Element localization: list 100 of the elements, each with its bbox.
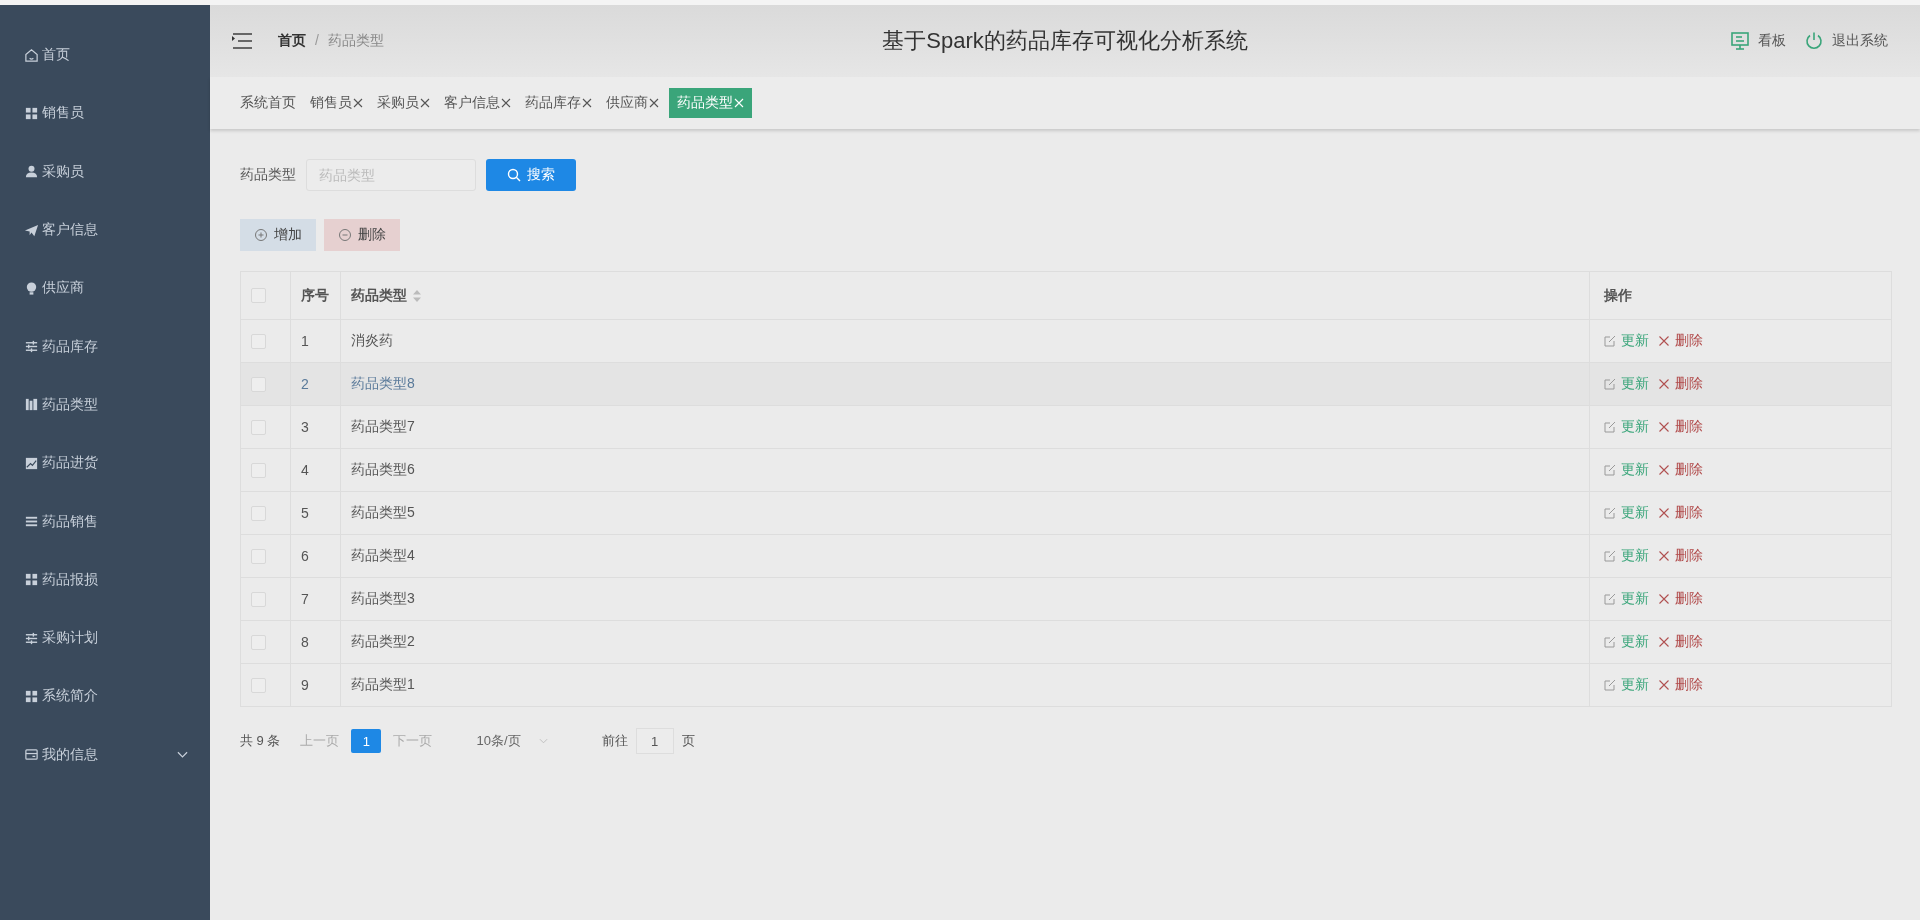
menu-item-icon <box>24 397 39 413</box>
sidebar-item[interactable]: 药品报损 <box>0 550 210 609</box>
delete-link[interactable]: 删除 <box>1675 332 1703 350</box>
monitor-icon[interactable] <box>1730 31 1750 51</box>
menu-item-icon <box>24 164 39 180</box>
sidebar-item[interactable]: 药品库存 <box>0 317 210 376</box>
table-cell: 2 <box>301 376 309 392</box>
total-count: 共 9 条 <box>240 732 281 750</box>
table-cell: 消炎药 <box>351 332 393 350</box>
table-cell: 药品类型8 <box>351 375 415 393</box>
close-icon[interactable] <box>582 98 592 108</box>
table-cell: 药品类型5 <box>351 504 415 522</box>
edit-icon[interactable] <box>1604 679 1616 691</box>
table-cell: 药品类型6 <box>351 461 415 479</box>
edit-icon[interactable] <box>1604 335 1616 347</box>
edit-icon[interactable] <box>1604 378 1616 390</box>
page-suffix: 页 <box>681 732 695 750</box>
delete-link[interactable]: 删除 <box>1675 633 1703 651</box>
table-cell: 7 <box>301 591 309 607</box>
sidebar-item[interactable]: 系统简介 <box>0 667 210 726</box>
close-icon[interactable] <box>420 98 430 108</box>
delete-link[interactable]: 删除 <box>1675 547 1703 565</box>
table-cell: 药品类型3 <box>351 590 415 608</box>
column-header[interactable]: 药品类型 <box>351 286 407 305</box>
delete-link[interactable]: 删除 <box>1675 590 1703 608</box>
close-icon[interactable] <box>1658 335 1670 347</box>
menu-item-icon <box>24 688 39 704</box>
sidebar-item[interactable]: 供应商 <box>0 259 210 318</box>
column-header: 序号 <box>301 286 329 305</box>
edit-icon[interactable] <box>1604 593 1616 605</box>
menu-item-icon <box>24 339 39 355</box>
page-size-select[interactable]: 10条/页 <box>464 728 560 754</box>
table-cell: 3 <box>301 419 309 435</box>
close-icon[interactable] <box>501 98 511 108</box>
sidebar-item[interactable]: 我的信息 <box>0 725 210 784</box>
table-cell: 4 <box>301 462 309 478</box>
tab[interactable]: 销售员 <box>306 88 367 118</box>
breadcrumb-item[interactable]: 首页 <box>278 32 306 50</box>
header-link[interactable]: 退出系统 <box>1832 32 1888 50</box>
close-icon[interactable] <box>649 98 659 108</box>
close-icon[interactable] <box>1658 464 1670 476</box>
sidebar-item[interactable]: 客户信息 <box>0 200 210 260</box>
close-icon[interactable] <box>353 98 363 108</box>
menu-item-icon <box>24 514 39 529</box>
app-title: 基于Spark的药品库存可视化分析系统 <box>882 27 1248 55</box>
sort-icon[interactable] <box>413 289 421 302</box>
menu-item-icon <box>24 222 39 238</box>
sidebar-item[interactable]: 药品类型 <box>0 375 210 435</box>
chevron-icon <box>538 738 548 744</box>
edit-icon[interactable] <box>1604 464 1616 476</box>
close-icon[interactable] <box>1658 679 1670 691</box>
goto-label: 前往 <box>601 732 628 750</box>
sidebar-item[interactable]: 采购计划 <box>0 608 210 668</box>
tab[interactable]: 药品库存 <box>521 88 596 118</box>
edit-icon[interactable] <box>1604 507 1616 519</box>
delete-link[interactable]: 删除 <box>1675 418 1703 436</box>
table-cell: 6 <box>301 548 309 564</box>
menu-item-icon <box>24 572 39 588</box>
page-input[interactable]: 1 <box>635 728 674 754</box>
menu-icon[interactable] <box>232 33 252 49</box>
delete-link[interactable]: 删除 <box>1675 676 1703 694</box>
delete-button[interactable]: 删除 <box>324 219 400 251</box>
sidebar-item[interactable]: 药品进货 <box>0 434 210 493</box>
close-icon[interactable] <box>1658 421 1670 433</box>
column-header: 操作 <box>1604 286 1632 305</box>
sidebar-item[interactable]: 首页 <box>0 26 210 85</box>
add-button[interactable]: 增加 <box>240 219 316 251</box>
close-icon[interactable] <box>1658 378 1670 390</box>
tab[interactable]: 客户信息 <box>440 88 515 118</box>
table-cell: 8 <box>301 634 309 650</box>
sidebar-item[interactable]: 采购员 <box>0 142 210 201</box>
delete-link[interactable]: 删除 <box>1675 461 1703 479</box>
power-icon[interactable] <box>1804 31 1824 51</box>
menu-item-icon <box>24 747 39 763</box>
close-icon[interactable] <box>1658 593 1670 605</box>
delete-link[interactable]: 删除 <box>1675 504 1703 522</box>
search-icon <box>507 168 521 182</box>
close-icon[interactable] <box>1658 550 1670 562</box>
breadcrumb-separator: / <box>315 32 319 50</box>
header-link[interactable]: 看板 <box>1758 32 1786 50</box>
sidebar-item[interactable]: 药品销售 <box>0 492 210 551</box>
tab[interactable]: 药品类型 <box>669 88 752 118</box>
table-cell: 9 <box>301 677 309 693</box>
tab[interactable]: 系统首页 <box>236 88 300 118</box>
table-cell: 药品类型1 <box>351 676 415 694</box>
close-icon[interactable] <box>1658 507 1670 519</box>
delete-link[interactable]: 删除 <box>1675 375 1703 393</box>
page-number[interactable]: 1 <box>351 729 382 753</box>
edit-icon[interactable] <box>1604 550 1616 562</box>
table-cell: 药品类型7 <box>351 418 415 436</box>
sidebar-item[interactable]: 销售员 <box>0 84 210 143</box>
menu-item-icon <box>24 630 39 646</box>
tab[interactable]: 采购员 <box>373 88 434 118</box>
close-icon[interactable] <box>1658 636 1670 648</box>
edit-icon[interactable] <box>1604 421 1616 433</box>
search-button[interactable]: 搜索 <box>486 159 576 191</box>
plus-circle-icon <box>254 228 268 242</box>
tab[interactable]: 供应商 <box>602 88 663 118</box>
edit-icon[interactable] <box>1604 636 1616 648</box>
menu-item-icon <box>24 105 39 121</box>
